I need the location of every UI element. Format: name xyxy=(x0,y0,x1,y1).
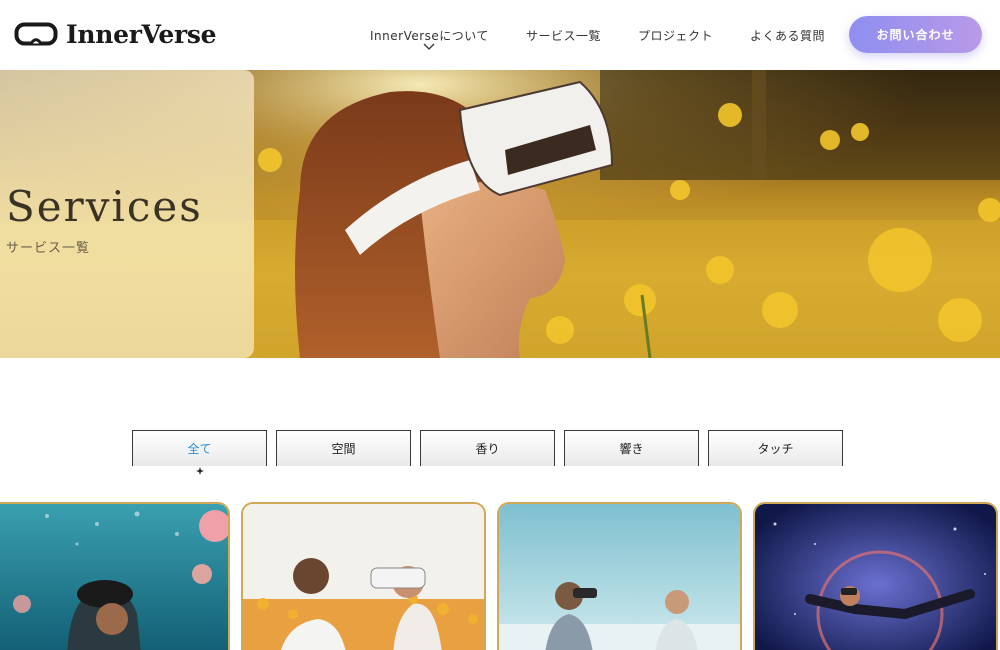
service-card-underwater[interactable] xyxy=(0,502,230,650)
nav-item-projects[interactable]: プロジェクト xyxy=(638,27,713,44)
contact-button[interactable]: お問い合わせ xyxy=(849,16,982,53)
nav-item-label: サービス一覧 xyxy=(525,29,601,43)
tab-sound[interactable]: 響き xyxy=(564,430,699,466)
nav-item-label: プロジェクト xyxy=(637,29,713,43)
tab-space[interactable]: 空間 xyxy=(276,430,411,466)
tab-touch[interactable]: タッチ xyxy=(708,430,843,466)
tab-all[interactable]: 全て xyxy=(132,430,267,475)
service-card-flower-field[interactable] xyxy=(241,502,486,650)
hero-title-card: Services サービス一覧 xyxy=(0,70,254,358)
brand-name: InnerVerse xyxy=(66,19,217,49)
active-sparkle-icon xyxy=(195,467,204,475)
service-card-beach[interactable] xyxy=(497,502,742,650)
chevron-down-icon[interactable] xyxy=(423,43,435,51)
tab-label: 空間 xyxy=(331,442,356,456)
card-image-flower-field xyxy=(243,504,484,650)
page-title: Services xyxy=(6,182,203,231)
nav-item-label: よくある質問 xyxy=(749,29,825,43)
main-nav: InnerVerseについて サービス一覧 プロジェクト よくある質問 xyxy=(370,27,862,50)
nav-item-services[interactable]: サービス一覧 xyxy=(526,27,601,44)
nav-item-about[interactable]: InnerVerseについて xyxy=(370,27,489,50)
page-subtitle: サービス一覧 xyxy=(6,241,91,256)
brand-logo[interactable]: InnerVerse xyxy=(14,18,217,50)
category-filter-tabs: 全て 空間 香り 響き タッチ xyxy=(132,430,852,475)
service-card-space[interactable] xyxy=(753,502,998,650)
tab-scent[interactable]: 香り xyxy=(420,430,555,466)
hero-banner: Services サービス一覧 xyxy=(0,70,1000,358)
nav-item-faq[interactable]: よくある質問 xyxy=(750,27,825,44)
vr-headset-icon xyxy=(14,22,58,46)
card-image-beach xyxy=(499,504,740,650)
tab-label: タッチ xyxy=(757,442,794,456)
nav-item-label: InnerVerseについて xyxy=(370,29,489,43)
site-header: InnerVerse InnerVerseについて サービス一覧 プロジェクト … xyxy=(0,0,1000,70)
card-image-underwater xyxy=(0,504,228,650)
tab-label: 香り xyxy=(475,442,500,456)
card-image-space xyxy=(755,504,996,650)
tab-label: 響き xyxy=(619,442,644,456)
tab-label: 全て xyxy=(187,442,212,456)
